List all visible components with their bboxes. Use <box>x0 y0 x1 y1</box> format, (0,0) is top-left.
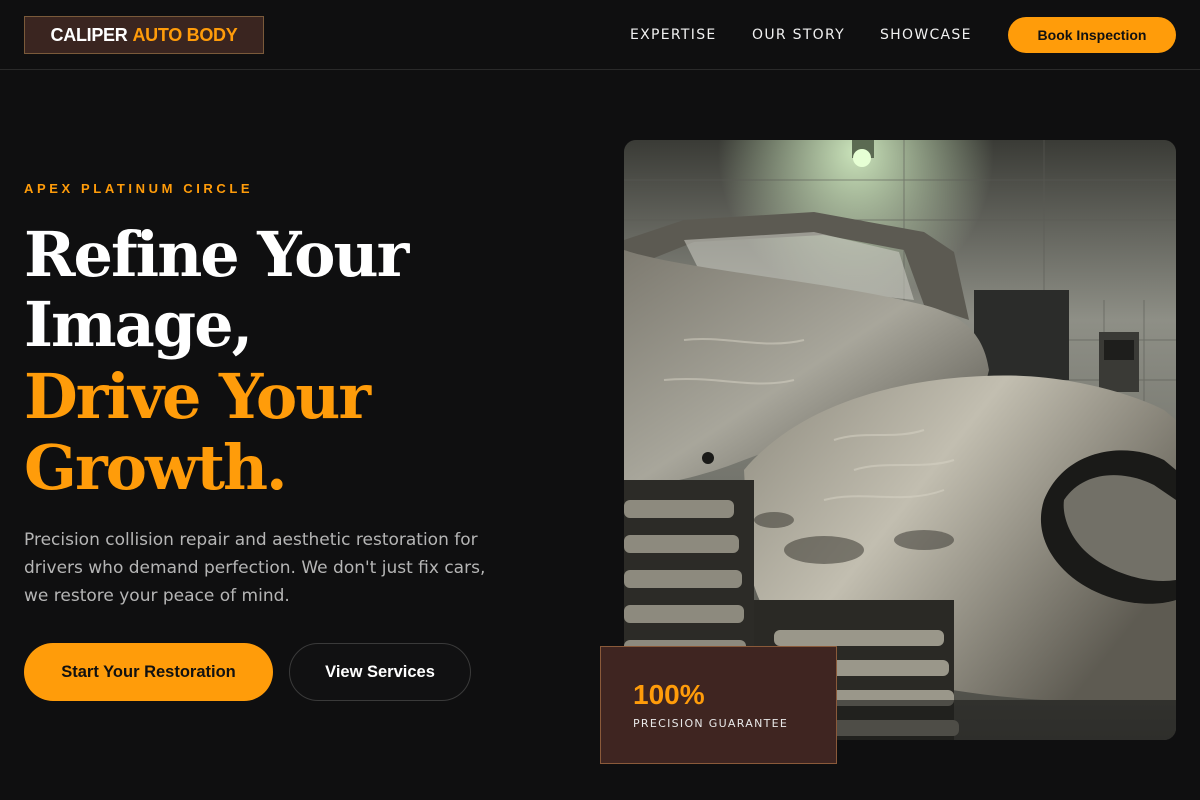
book-inspection-button[interactable]: Book Inspection <box>1008 17 1176 53</box>
brand-logo[interactable]: CALIPER AUTO BODY <box>24 16 264 54</box>
hero-description-line-2: drivers who demand perfection. We don't … <box>24 558 486 578</box>
hero-headline-line-1: Refine Your <box>24 218 409 291</box>
hero-headline-line-2: Image, <box>24 288 253 361</box>
hero-eyebrow: APEX PLATINUM CIRCLE <box>24 181 254 196</box>
hero-headline-line-3: Drive Your <box>24 360 371 433</box>
hero-headline-line-4: Growth. <box>24 431 288 504</box>
hero-description-line-1: Precision collision repair and aesthetic… <box>24 530 478 550</box>
stat-value: 100% <box>633 679 705 710</box>
nav-link-showcase[interactable]: SHOWCASE <box>880 0 972 70</box>
view-services-button[interactable]: View Services <box>289 643 471 701</box>
brand-name-accent: AUTO BODY <box>132 24 238 45</box>
precision-stat-card: 100% PRECISION GUARANTEE <box>600 646 837 764</box>
stat-label: PRECISION GUARANTEE <box>633 717 789 730</box>
start-restoration-button[interactable]: Start Your Restoration <box>24 643 273 701</box>
brand-name-primary: CALIPER <box>50 24 128 45</box>
nav-link-our-story[interactable]: OUR STORY <box>752 0 845 70</box>
hero-description-line-3: we restore your peace of mind. <box>24 586 290 606</box>
hero-description: Precision collision repair and aesthetic… <box>24 526 524 610</box>
site-header: CALIPER AUTO BODY EXPERTISE OUR STORY SH… <box>0 0 1200 70</box>
nav-link-expertise[interactable]: EXPERTISE <box>630 0 717 70</box>
